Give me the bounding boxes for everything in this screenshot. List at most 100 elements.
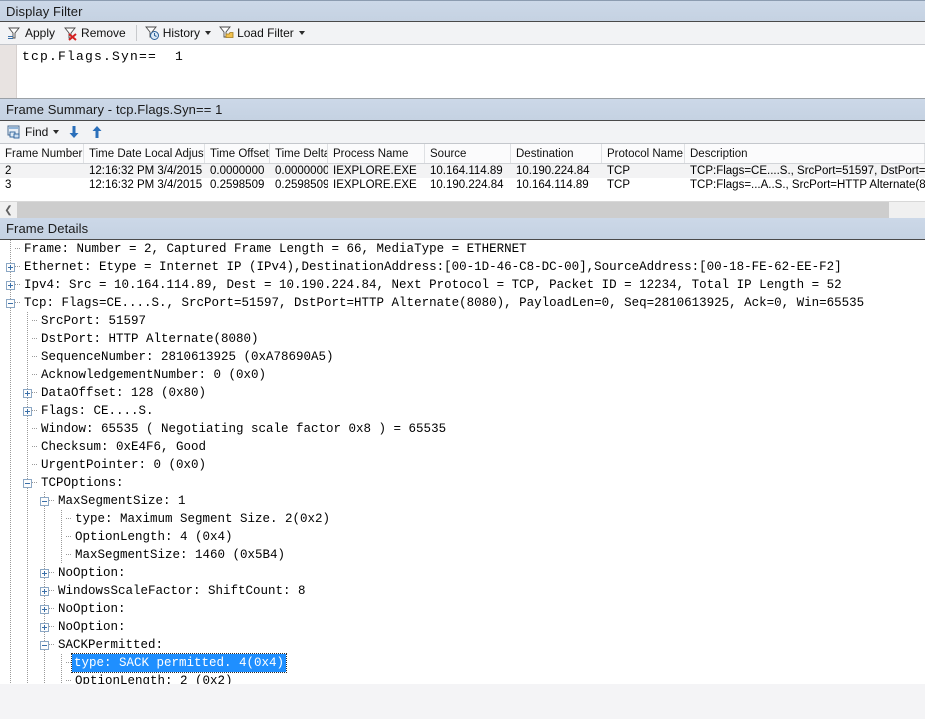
tree-item-label[interactable]: NoOption: bbox=[55, 600, 126, 618]
collapse-node-icon[interactable] bbox=[23, 479, 32, 488]
filter-history-button[interactable]: History bbox=[142, 24, 216, 43]
tree-item-label[interactable]: type: SACK permitted. 4(0x4) bbox=[72, 654, 286, 672]
column-header-source[interactable]: Source bbox=[425, 144, 511, 163]
tree-item[interactable]: MaxSegmentSize: 1 bbox=[0, 492, 925, 510]
column-header-process-name[interactable]: Process Name bbox=[328, 144, 425, 163]
tree-item[interactable]: Window: 65535 ( Negotiating scale factor… bbox=[0, 420, 925, 438]
tree-item-label[interactable]: SrcPort: 51597 bbox=[38, 312, 146, 330]
tree-guide-line bbox=[10, 528, 11, 546]
load-filter-button[interactable]: Load Filter bbox=[216, 24, 310, 43]
tree-guide-line bbox=[27, 582, 28, 600]
collapse-node-icon[interactable] bbox=[40, 497, 49, 506]
tree-item[interactable]: Ethernet: Etype = Internet IP (IPv4),Des… bbox=[0, 258, 925, 276]
tree-item-label[interactable]: SACKPermitted: bbox=[55, 636, 163, 654]
tree-item-selected[interactable]: type: SACK permitted. 4(0x4) bbox=[0, 654, 925, 672]
tree-item-label[interactable]: DstPort: HTTP Alternate(8080) bbox=[38, 330, 259, 348]
tree-item-label[interactable]: Checksum: 0xE4F6, Good bbox=[38, 438, 206, 456]
column-header-time-date[interactable]: Time Date Local Adjusted bbox=[84, 144, 205, 163]
tree-guide-line bbox=[61, 528, 62, 546]
collapse-node-icon[interactable] bbox=[40, 641, 49, 650]
tree-guide-line bbox=[27, 348, 28, 366]
tree-item[interactable]: AcknowledgementNumber: 0 (0x0) bbox=[0, 366, 925, 384]
remove-filter-button[interactable]: Remove bbox=[60, 24, 131, 43]
column-header-destination[interactable]: Destination bbox=[511, 144, 602, 163]
tree-item-label[interactable]: Frame: Number = 2, Captured Frame Length… bbox=[21, 240, 527, 258]
expand-node-icon[interactable] bbox=[6, 281, 15, 290]
tree-item[interactable]: SequenceNumber: 2810613925 (0xA78690A5) bbox=[0, 348, 925, 366]
tree-item-label[interactable]: OptionLength: 2 (0x2) bbox=[72, 672, 233, 684]
tree-item[interactable]: SACKPermitted: bbox=[0, 636, 925, 654]
tree-item-label[interactable]: SequenceNumber: 2810613925 (0xA78690A5) bbox=[38, 348, 334, 366]
find-next-button[interactable] bbox=[64, 123, 87, 142]
column-header-description[interactable]: Description bbox=[685, 144, 925, 163]
tree-item[interactable]: Checksum: 0xE4F6, Good bbox=[0, 438, 925, 456]
tree-item-label[interactable]: TCPOptions: bbox=[38, 474, 124, 492]
expand-node-icon[interactable] bbox=[40, 587, 49, 596]
tree-guide-line bbox=[27, 492, 28, 510]
tree-item[interactable]: DstPort: HTTP Alternate(8080) bbox=[0, 330, 925, 348]
tree-item-label[interactable]: Window: 65535 ( Negotiating scale factor… bbox=[38, 420, 446, 438]
tree-item-label[interactable]: Flags: CE....S. bbox=[38, 402, 154, 420]
scrollbar-thumb[interactable] bbox=[17, 202, 889, 218]
tree-item[interactable]: Tcp: Flags=CE....S., SrcPort=51597, DstP… bbox=[0, 294, 925, 312]
find-button[interactable]: Find bbox=[4, 123, 64, 142]
collapse-node-icon[interactable] bbox=[6, 299, 15, 308]
tree-item-label[interactable]: AcknowledgementNumber: 0 (0x0) bbox=[38, 366, 266, 384]
tree-item[interactable]: OptionLength: 2 (0x2) bbox=[0, 672, 925, 684]
tree-item[interactable]: UrgentPointer: 0 (0x0) bbox=[0, 456, 925, 474]
find-previous-button[interactable] bbox=[87, 123, 110, 142]
tree-item[interactable]: SrcPort: 51597 bbox=[0, 312, 925, 330]
tree-item-label[interactable]: NoOption: bbox=[55, 618, 126, 636]
tree-item-label[interactable]: UrgentPointer: 0 (0x0) bbox=[38, 456, 206, 474]
display-filter-header: Display Filter bbox=[0, 0, 925, 22]
tree-item[interactable]: NoOption: bbox=[0, 600, 925, 618]
tree-item-label[interactable]: Ipv4: Src = 10.164.114.89, Dest = 10.190… bbox=[21, 276, 842, 294]
expand-node-icon[interactable] bbox=[6, 263, 15, 272]
table-row[interactable]: 2 12:16:32 PM 3/4/2015 0.0000000 0.00000… bbox=[0, 164, 925, 178]
tree-indent-spacer bbox=[0, 573, 40, 574]
column-header-protocol-name[interactable]: Protocol Name bbox=[602, 144, 685, 163]
tree-item[interactable]: TCPOptions: bbox=[0, 474, 925, 492]
frame-summary-grid[interactable]: Frame Number Time Date Local Adjusted Ti… bbox=[0, 144, 925, 218]
tree-item-label[interactable]: MaxSegmentSize: 1460 (0x5B4) bbox=[72, 546, 285, 564]
filter-expression-editor[interactable]: tcp.Flags.Syn== 1 bbox=[0, 45, 925, 99]
expand-node-icon[interactable] bbox=[40, 605, 49, 614]
scroll-left-icon[interactable]: ❮ bbox=[0, 202, 17, 218]
tree-item-label[interactable]: WindowsScaleFactor: ShiftCount: 8 bbox=[55, 582, 306, 600]
tree-item-label[interactable]: Ethernet: Etype = Internet IP (IPv4),Des… bbox=[21, 258, 842, 276]
tree-guide-line bbox=[10, 402, 11, 420]
filter-expression-text[interactable]: tcp.Flags.Syn== 1 bbox=[22, 49, 184, 64]
tree-item-label[interactable]: OptionLength: 4 (0x4) bbox=[72, 528, 233, 546]
expand-node-icon[interactable] bbox=[23, 407, 32, 416]
tree-guide-line bbox=[10, 510, 11, 528]
tree-item-label[interactable]: NoOption: bbox=[55, 564, 126, 582]
tree-item[interactable]: Ipv4: Src = 10.164.114.89, Dest = 10.190… bbox=[0, 276, 925, 294]
tree-item[interactable]: NoOption: bbox=[0, 618, 925, 636]
expand-node-icon[interactable] bbox=[40, 623, 49, 632]
load-filter-label: Load Filter bbox=[237, 26, 294, 40]
column-header-frame-number[interactable]: Frame Number bbox=[0, 144, 84, 163]
column-header-time-offset[interactable]: Time Offset bbox=[205, 144, 270, 163]
tree-item-label[interactable]: type: Maximum Segment Size. 2(0x2) bbox=[72, 510, 330, 528]
frame-details-tree[interactable]: Frame: Number = 2, Captured Frame Length… bbox=[0, 240, 925, 684]
tree-item[interactable]: Frame: Number = 2, Captured Frame Length… bbox=[0, 240, 925, 258]
scrollbar-track[interactable] bbox=[17, 202, 925, 218]
table-row[interactable]: 3 12:16:32 PM 3/4/2015 0.2598509 0.25985… bbox=[0, 178, 925, 192]
tree-item-label[interactable]: DataOffset: 128 (0x80) bbox=[38, 384, 206, 402]
expand-node-icon[interactable] bbox=[40, 569, 49, 578]
tree-item[interactable]: WindowsScaleFactor: ShiftCount: 8 bbox=[0, 582, 925, 600]
column-header-time-delta[interactable]: Time Delta bbox=[270, 144, 328, 163]
tree-item[interactable]: NoOption: bbox=[0, 564, 925, 582]
tree-guide-line bbox=[10, 672, 11, 684]
tree-guide-line bbox=[27, 564, 28, 582]
tree-item[interactable]: OptionLength: 4 (0x4) bbox=[0, 528, 925, 546]
tree-item-label[interactable]: MaxSegmentSize: 1 bbox=[55, 492, 186, 510]
tree-item[interactable]: DataOffset: 128 (0x80) bbox=[0, 384, 925, 402]
expand-node-icon[interactable] bbox=[23, 389, 32, 398]
tree-item[interactable]: Flags: CE....S. bbox=[0, 402, 925, 420]
apply-filter-button[interactable]: Apply bbox=[4, 24, 60, 43]
tree-item[interactable]: type: Maximum Segment Size. 2(0x2) bbox=[0, 510, 925, 528]
frame-summary-horizontal-scrollbar[interactable]: ❮ bbox=[0, 201, 925, 218]
tree-item[interactable]: MaxSegmentSize: 1460 (0x5B4) bbox=[0, 546, 925, 564]
tree-item-label[interactable]: Tcp: Flags=CE....S., SrcPort=51597, DstP… bbox=[21, 294, 864, 312]
